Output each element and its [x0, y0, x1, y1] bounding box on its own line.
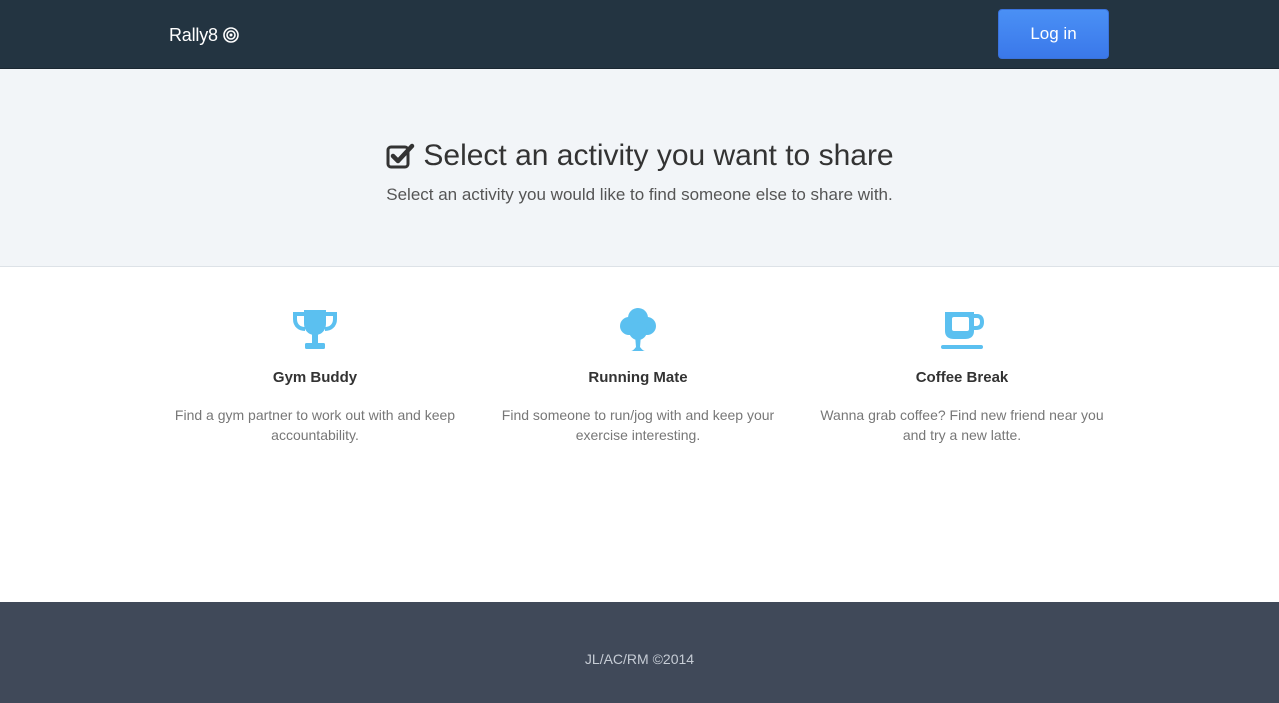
activity-description: Find a gym partner to work out with and …: [174, 407, 456, 443]
navbar: Rally8 Log in: [0, 0, 1279, 69]
coffee-cup-icon: [939, 307, 985, 353]
activity-title: Running Mate: [588, 369, 688, 386]
footer: JL/AC/RM ©2014: [0, 602, 1279, 703]
target-icon: [223, 27, 239, 43]
page-title: Select an activity you want to share: [0, 139, 1279, 173]
hero-section: Select an activity you want to share Sel…: [0, 69, 1279, 267]
activity-description: Wanna grab coffee? Find new friend near …: [820, 407, 1104, 443]
activity-description: Find someone to run/jog with and keep yo…: [501, 407, 775, 443]
page-subtitle: Select an activity you would like to fin…: [386, 185, 893, 204]
login-button[interactable]: Log in: [998, 9, 1109, 59]
activity-list: Gym Buddy Find a gym partner to work out…: [160, 267, 1120, 602]
tree-icon: [615, 307, 661, 353]
brand-logo[interactable]: Rally8: [169, 24, 239, 46]
activity-title: Coffee Break: [915, 369, 1009, 386]
trophy-icon: [292, 307, 338, 353]
check-square-icon: [385, 141, 415, 171]
page-title-text: Select an activity you want to share: [423, 139, 894, 172]
activity-title: Gym Buddy: [272, 369, 358, 386]
footer-copyright: JL/AC/RM ©2014: [584, 651, 695, 667]
brand-name: Rally8: [169, 24, 218, 45]
